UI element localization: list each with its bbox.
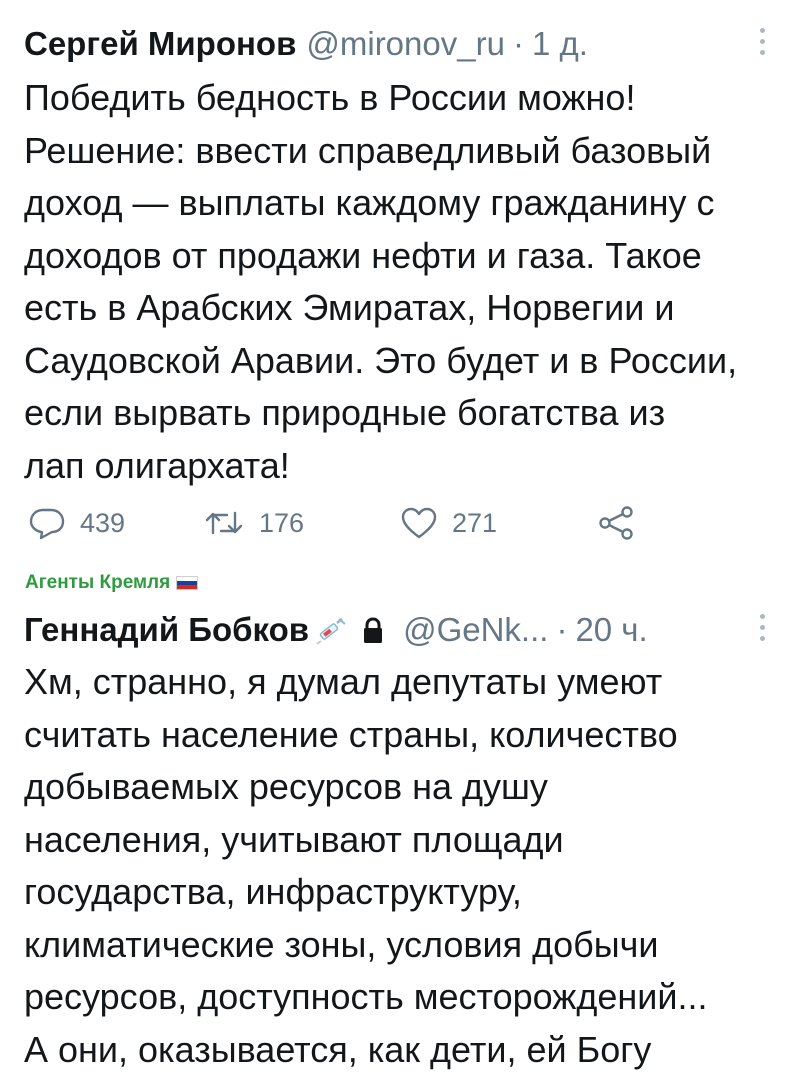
- tweet-text-line: ресурсов, доступность месторождений...: [24, 976, 708, 1017]
- tweet-text: Победить бедность в России можно! Решени…: [24, 72, 784, 492]
- tweet-text-line: лап олигархата!: [24, 444, 290, 486]
- tweet-header: Геннадий Бобков @GeNk... · 20 ч.: [24, 610, 784, 650]
- more-vertical-icon[interactable]: [757, 28, 767, 58]
- tweet-actions: 439 176 271: [28, 498, 728, 548]
- tweet-text-line: Решение: ввести справедливый базовый: [24, 129, 712, 171]
- share-icon: [599, 506, 633, 540]
- retweet-button[interactable]: 176: [203, 498, 304, 548]
- like-count: 271: [452, 507, 498, 538]
- author-handle[interactable]: @GeNk...: [403, 611, 548, 648]
- twitter-feed-screenshot: Сергей Миронов @mironov_ru · 1 д. Победить …: [0, 0, 803, 1080]
- tweet-text-line: считать население страны, количество: [24, 713, 678, 755]
- tweet-timestamp[interactable]: 1 д.: [532, 25, 588, 62]
- retweet-count: 176: [259, 507, 305, 538]
- separator-dot: ·: [556, 611, 568, 648]
- more-vertical-icon[interactable]: [757, 614, 767, 644]
- separator-dot: ·: [512, 25, 524, 62]
- like-button[interactable]: 271: [400, 498, 497, 548]
- author-handle[interactable]: @mironov_ru: [306, 25, 505, 62]
- heart-icon: [401, 507, 437, 539]
- retweet-icon: [205, 511, 243, 535]
- lock-icon: [364, 617, 383, 643]
- cropped-previous-tweet: [0, 0, 803, 10]
- tweet-text-line: есть в Арабских Эмиратах, Норвегии и: [24, 287, 675, 328]
- tweet-text-line: Победить бедность в России можно!: [24, 77, 636, 118]
- tweet-text-line: Саудовской Аравии. Это будет и в России,: [24, 339, 738, 381]
- tweet-text-line: государства, инфраструктуру,: [24, 871, 522, 912]
- reply-icon: [29, 508, 65, 540]
- syringe-icon: [316, 618, 346, 645]
- tweet-timestamp[interactable]: 20 ч.: [575, 611, 647, 648]
- tweet-text-line: добываемых ресурсов на душу: [24, 766, 548, 807]
- tweet-text-line: доход — выплаты каждому гражданину с: [24, 182, 715, 223]
- tweet-text-line: доходов от продажи нефти и газа. Такое: [24, 234, 702, 276]
- tweet-text-line: населения, учитывают площади: [24, 818, 564, 860]
- tweet-header: Сергей Миронов @mironov_ru · 1 д.: [24, 24, 784, 64]
- russia-flag-icon: [176, 575, 199, 590]
- reply-count: 439: [80, 507, 126, 538]
- list-context-label[interactable]: Агенты Кремля: [25, 572, 199, 594]
- context-label-text: Агенты Кремля: [25, 572, 171, 593]
- tweet-text-line: климатические зоны, условия добычи: [24, 923, 659, 965]
- tweet-text-line: А они, оказывается, как дети, ей Богу: [24, 1028, 652, 1070]
- author-name[interactable]: Геннадий Бобков: [24, 611, 309, 648]
- reply-button[interactable]: 439: [28, 498, 125, 548]
- share-button[interactable]: [596, 498, 636, 548]
- tweet-text-line: если вырвать природные богатства из: [24, 392, 666, 433]
- author-name[interactable]: Сергей Миронов: [24, 25, 296, 62]
- tweet-text-line: Хм, странно, я думал депутаты умеют: [24, 661, 663, 702]
- tweet-text: Хм, странно, я думал депутаты умеют счит…: [24, 656, 784, 1076]
